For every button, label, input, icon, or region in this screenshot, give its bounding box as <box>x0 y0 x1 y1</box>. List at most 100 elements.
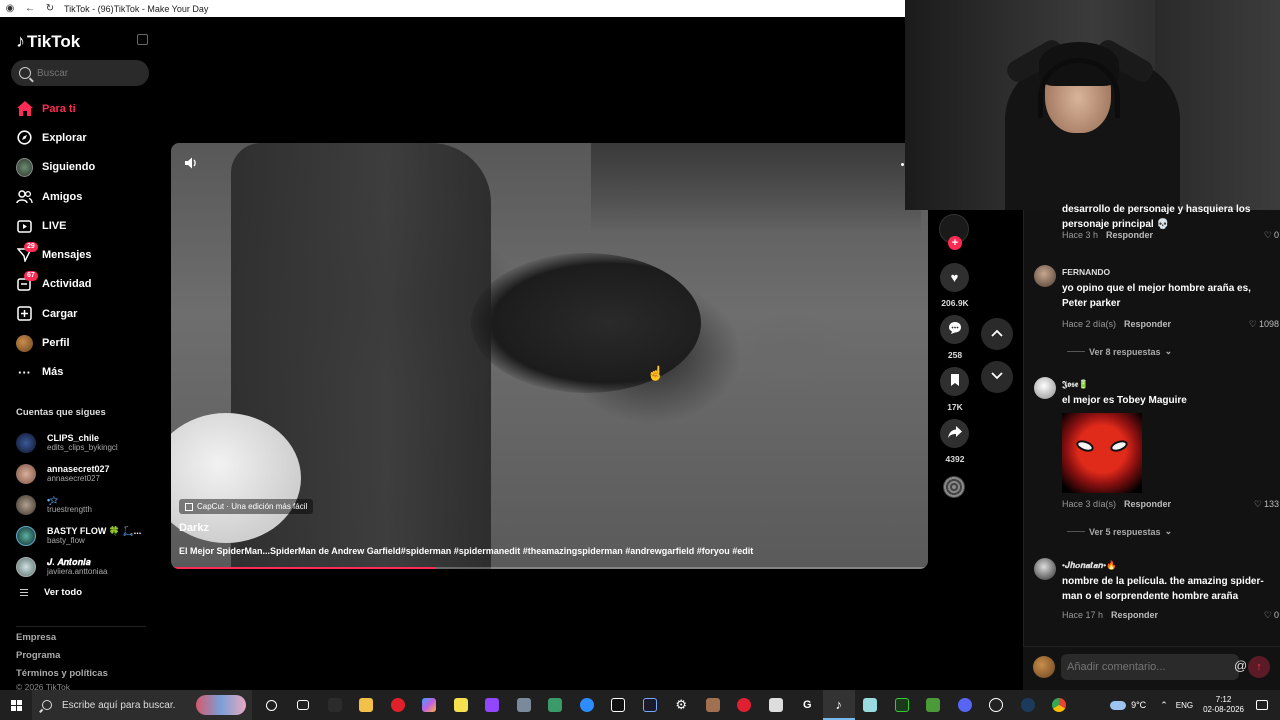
reply-button[interactable]: Responder <box>1111 610 1158 620</box>
nav-item-explorar[interactable]: Explorar <box>0 123 160 152</box>
like-button[interactable]: ♥ <box>940 263 969 292</box>
app-icon-grid[interactable] <box>508 690 540 720</box>
cortana-icon[interactable] <box>256 690 288 720</box>
comment-input[interactable] <box>1067 661 1187 673</box>
nav-item-cargar[interactable]: Cargar <box>0 299 160 328</box>
comment-text: desarrollo de personaje y hasquiera los … <box>1062 204 1251 230</box>
twitch-icon[interactable] <box>477 690 509 720</box>
avatar[interactable] <box>1034 265 1056 287</box>
tiktok-taskbar-icon[interactable]: ♪ <box>823 690 855 720</box>
save-count: 17K <box>947 402 963 412</box>
app-icon-triangle[interactable] <box>540 690 572 720</box>
music-disc-icon[interactable] <box>943 476 965 498</box>
view-replies-button[interactable]: Ver 8 respuestas ⌄ <box>1067 346 1172 357</box>
next-video-button[interactable] <box>981 361 1013 393</box>
app-icon-robot[interactable] <box>634 690 666 720</box>
app-icon-blank[interactable] <box>319 690 351 720</box>
nav-item-actividad[interactable]: 67 Actividad <box>0 270 160 299</box>
windows-logo-icon <box>10 699 22 711</box>
opera-icon[interactable] <box>382 690 414 720</box>
chrome-icon[interactable] <box>1044 690 1076 720</box>
tiktok-logo[interactable]: ♪ TikTok <box>16 31 80 52</box>
footer-link-empresa[interactable]: Empresa <box>16 629 108 647</box>
zoom-icon[interactable] <box>571 690 603 720</box>
video-more-icon[interactable] <box>901 163 904 166</box>
search-input[interactable] <box>37 67 137 79</box>
video-progress-bar[interactable] <box>171 567 928 569</box>
nav-item-para-ti[interactable]: Para ti <box>0 94 160 123</box>
previous-video-button[interactable] <box>981 318 1013 350</box>
app-icon-notes[interactable] <box>855 690 887 720</box>
notification-icon[interactable] <box>1256 700 1268 710</box>
language-indicator[interactable]: ENG <box>1176 701 1193 710</box>
nav-item-amigos[interactable]: Amigos <box>0 182 160 211</box>
follow-plus-icon[interactable]: + <box>948 236 962 250</box>
video-player[interactable]: CapCut · Una edición más fácil Darkz El … <box>171 143 928 569</box>
copilot-icon[interactable] <box>414 690 446 720</box>
reload-icon[interactable]: ↻ <box>40 3 60 14</box>
back-arrow-icon[interactable]: ← <box>20 3 40 14</box>
following-item[interactable]: CLIPS_chile edits_clips_bykingcl <box>16 427 156 458</box>
view-replies-button[interactable]: Ver 5 respuestas ⌄ <box>1067 526 1172 537</box>
avatar[interactable] <box>1034 558 1056 580</box>
app-icon-g[interactable]: G <box>792 690 824 720</box>
screen: ◉ ← ↻ TikTok - (96)TikTok - Make Your Da… <box>0 0 1280 720</box>
avatar[interactable] <box>1034 377 1056 399</box>
capcut-tag[interactable]: CapCut · Una edición más fácil <box>179 499 314 514</box>
reply-button[interactable]: Responder <box>1124 499 1171 509</box>
comment-input-box[interactable]: @ <box>1061 654 1269 680</box>
app-icon-green[interactable] <box>886 690 918 720</box>
nav-item-perfil[interactable]: Perfil <box>0 328 160 357</box>
video-author[interactable]: Darkz <box>179 522 209 534</box>
clock[interactable]: 7:12 02-08-2026 <box>1203 695 1244 715</box>
capcut-app-icon[interactable] <box>603 690 635 720</box>
comment-like-button[interactable]: ♡ 0 <box>1264 610 1279 621</box>
see-all-button[interactable]: Ver todo <box>20 587 82 598</box>
taskbar-search[interactable]: Escribe aquí para buscar. <box>32 690 252 720</box>
mention-icon[interactable]: @ <box>1234 658 1247 673</box>
sticky-notes-icon[interactable] <box>445 690 477 720</box>
chevron-up-icon[interactable]: ⌃ <box>1160 700 1168 711</box>
nav-item-live[interactable]: LIVE <box>0 211 160 240</box>
obs-icon[interactable] <box>981 690 1013 720</box>
send-comment-button[interactable]: ↑ <box>1248 656 1270 678</box>
file-explorer-icon[interactable] <box>351 690 383 720</box>
search-highlight-image <box>196 695 246 715</box>
comment-author[interactable]: FERNANDO <box>1062 267 1110 277</box>
comment-author[interactable]: 𝕵𝖔𝖘𝖊🔋 <box>1062 379 1089 390</box>
reply-button[interactable]: Responder <box>1106 230 1153 240</box>
nav-item-mas[interactable]: ··· Más <box>0 358 160 387</box>
nav-item-siguiendo[interactable]: Siguiendo <box>0 153 160 182</box>
search-box[interactable] <box>11 60 149 86</box>
following-item[interactable]: •̩͙✩ truestrengtth <box>16 489 156 520</box>
following-item[interactable]: 𝑱. 𝑨𝒏𝒕𝒐𝒏𝒊𝒂 javiiera.anttoniaa <box>16 551 156 582</box>
task-view-icon[interactable] <box>288 690 320 720</box>
app-icon-photo[interactable] <box>697 690 729 720</box>
comment-like-button[interactable]: ♡ 133 <box>1254 499 1279 510</box>
footer-link-programa[interactable]: Programa <box>16 647 108 665</box>
footer-link-terminos[interactable]: Términos y políticas <box>16 665 108 683</box>
start-button[interactable] <box>0 690 32 720</box>
following-item[interactable]: annasecret027 annasecret027 <box>16 458 156 489</box>
comment-button[interactable] <box>940 315 969 344</box>
following-item[interactable]: BASTY FLOW 🍀 🛴... basty_flow <box>16 520 156 551</box>
nav-item-mensajes[interactable]: 29 Mensajes <box>0 240 160 269</box>
share-button[interactable] <box>940 419 969 448</box>
comment-text: nombre de la película. the amazing spide… <box>1062 576 1264 602</box>
settings-gear-icon[interactable]: ⚙ <box>666 690 698 720</box>
save-button[interactable] <box>940 367 969 396</box>
collapse-sidebar-icon[interactable] <box>137 34 148 45</box>
discord-icon[interactable] <box>949 690 981 720</box>
comment-image-spiderman[interactable] <box>1062 413 1142 493</box>
app-icon-cube[interactable] <box>760 690 792 720</box>
weather-widget[interactable]: 9°C <box>1110 700 1146 710</box>
steam-icon[interactable] <box>1012 690 1044 720</box>
reply-button[interactable]: Responder <box>1124 319 1171 329</box>
comment-like-button[interactable]: ♡ 0 <box>1264 230 1279 241</box>
comment-like-button[interactable]: ♡ 1098 <box>1249 319 1279 330</box>
app-icon-red[interactable] <box>729 690 761 720</box>
comment-author[interactable]: •𝑱𝒉𝒐𝒏𝒂𝒕𝒂𝒏•🔥 <box>1062 560 1117 571</box>
minecraft-icon[interactable] <box>918 690 950 720</box>
volume-icon[interactable] <box>184 156 198 170</box>
comment-meta: Hace 2 día(s) Responder <box>1062 319 1171 329</box>
